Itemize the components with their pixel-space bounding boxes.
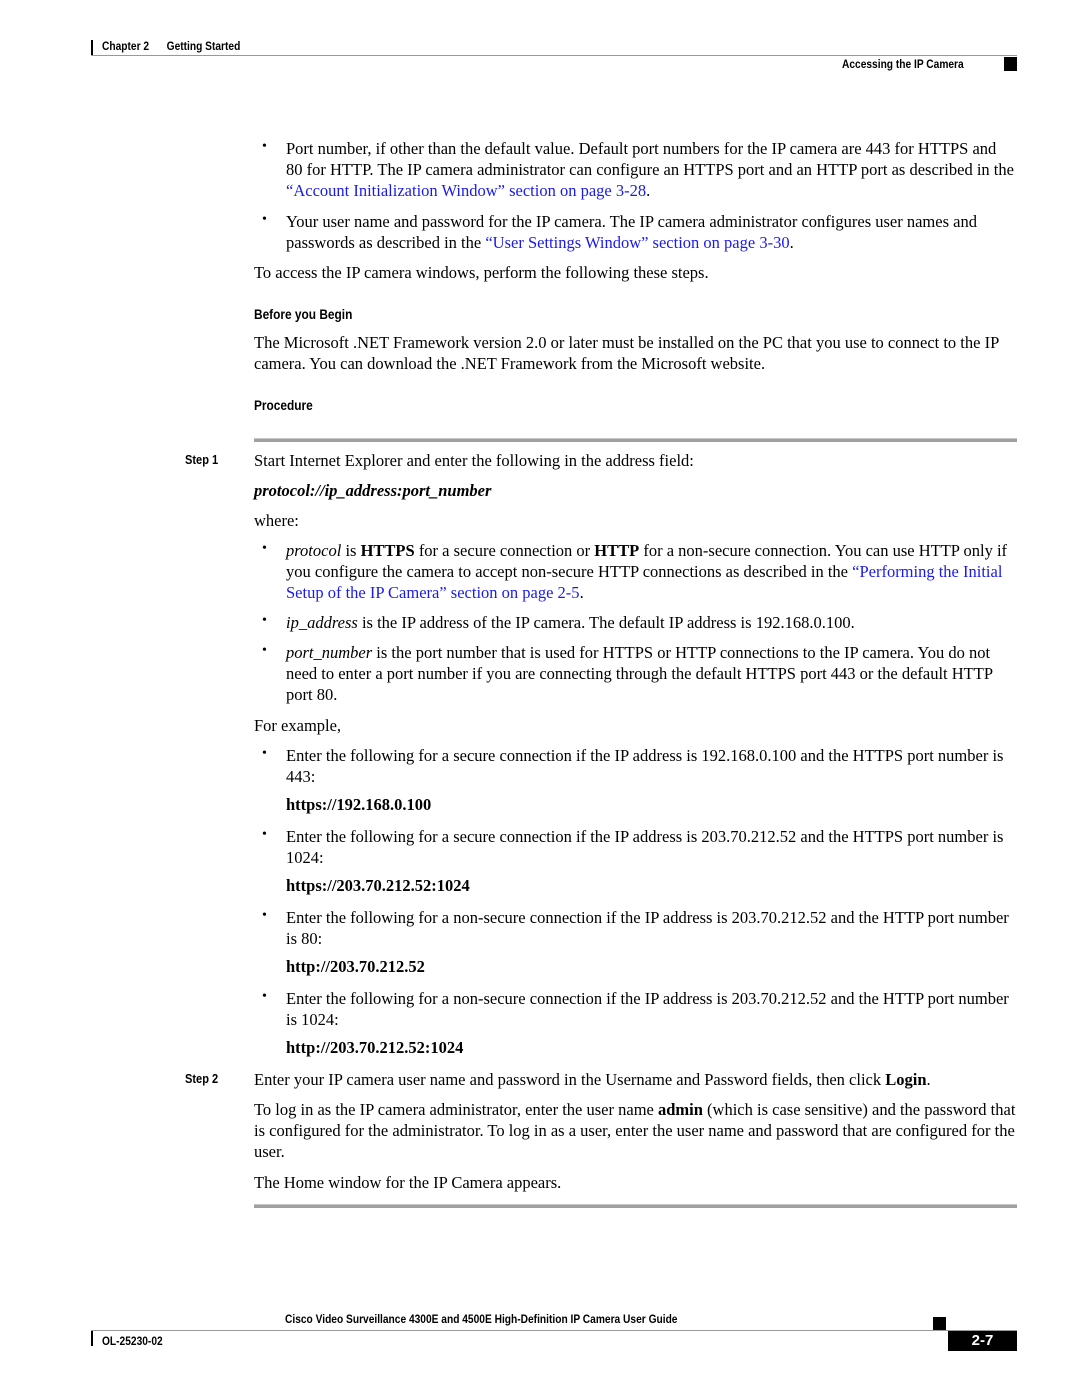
bullet-icon: • bbox=[262, 746, 267, 761]
bullet-icon: • bbox=[262, 212, 267, 227]
intro-bullet-port: Port number, if other than the default v… bbox=[286, 139, 1014, 200]
link-user-settings[interactable]: “User Settings Window” section on page 3… bbox=[485, 233, 789, 252]
definition-ip-address: ip_address is the IP address of the IP c… bbox=[286, 613, 855, 632]
step-1-text: Start Internet Explorer and enter the fo… bbox=[254, 451, 694, 470]
example-2-text: Enter the following for a secure connect… bbox=[286, 827, 1004, 867]
footer-doc-number: OL-25230-02 bbox=[102, 1334, 163, 1348]
intro-bullet-credentials: Your user name and password for the IP c… bbox=[286, 212, 977, 252]
header-chapter: Chapter 2 Getting Started bbox=[102, 39, 240, 53]
link-account-initialization[interactable]: “Account Initialization Window” section … bbox=[286, 181, 646, 200]
example-2-url: https://203.70.212.52:1024 bbox=[286, 876, 470, 895]
procedure-bottom-rule bbox=[254, 1204, 1017, 1208]
header-rule bbox=[91, 55, 1017, 56]
header-section-title: Accessing the IP Camera bbox=[842, 57, 964, 71]
step-2-label: Step 2 bbox=[185, 1071, 219, 1086]
step-2-text: Enter your IP camera user name and passw… bbox=[254, 1070, 931, 1089]
bullet-icon: • bbox=[262, 613, 267, 628]
bullet-icon: • bbox=[262, 541, 267, 556]
chapter-title: Getting Started bbox=[166, 39, 241, 53]
example-3-text: Enter the following for a non-secure con… bbox=[286, 908, 1009, 948]
page-number-box: 2-7 bbox=[948, 1331, 1017, 1351]
bullet-icon: • bbox=[262, 827, 267, 842]
page-number: 2-7 bbox=[971, 1332, 994, 1349]
bullet-icon: • bbox=[262, 908, 267, 923]
example-3-url: http://203.70.212.52 bbox=[286, 957, 425, 976]
address-syntax: protocol://ip_address:port_number bbox=[254, 481, 492, 500]
where-label: where: bbox=[254, 511, 299, 530]
intro-paragraph: To access the IP camera windows, perform… bbox=[254, 263, 709, 282]
example-4-url: http://203.70.212.52:1024 bbox=[286, 1038, 464, 1057]
header-left-bar bbox=[91, 40, 93, 55]
bullet-icon: • bbox=[262, 989, 267, 1004]
step-2-note: To log in as the IP camera administrator… bbox=[254, 1100, 1016, 1161]
chapter-number: Chapter 2 bbox=[102, 39, 150, 53]
bullet-icon: • bbox=[262, 643, 267, 658]
bullet-icon: • bbox=[262, 139, 267, 154]
step-2-result: The Home window for the IP Camera appear… bbox=[254, 1173, 562, 1192]
procedure-top-rule bbox=[254, 438, 1017, 442]
header-marker-block bbox=[1004, 57, 1017, 71]
example-4-text: Enter the following for a non-secure con… bbox=[286, 989, 1009, 1029]
before-you-begin-text: The Microsoft .NET Framework version 2.0… bbox=[254, 333, 999, 373]
footer-guide-title: Cisco Video Surveillance 4300E and 4500E… bbox=[285, 1312, 678, 1326]
footer-marker-block bbox=[933, 1317, 946, 1331]
footer-left-bar bbox=[91, 1331, 93, 1346]
footer-rule bbox=[91, 1330, 1017, 1331]
definition-port-number: port_number is the port number that is u… bbox=[286, 643, 993, 704]
example-1-url: https://192.168.0.100 bbox=[286, 795, 432, 814]
example-1-text: Enter the following for a secure connect… bbox=[286, 746, 1004, 786]
before-you-begin-heading: Before you Begin bbox=[254, 307, 353, 322]
step-1-label: Step 1 bbox=[185, 452, 219, 467]
procedure-heading: Procedure bbox=[254, 398, 313, 413]
example-intro: For example, bbox=[254, 716, 342, 735]
definition-protocol: protocol is HTTPS for a secure connectio… bbox=[286, 541, 1008, 602]
